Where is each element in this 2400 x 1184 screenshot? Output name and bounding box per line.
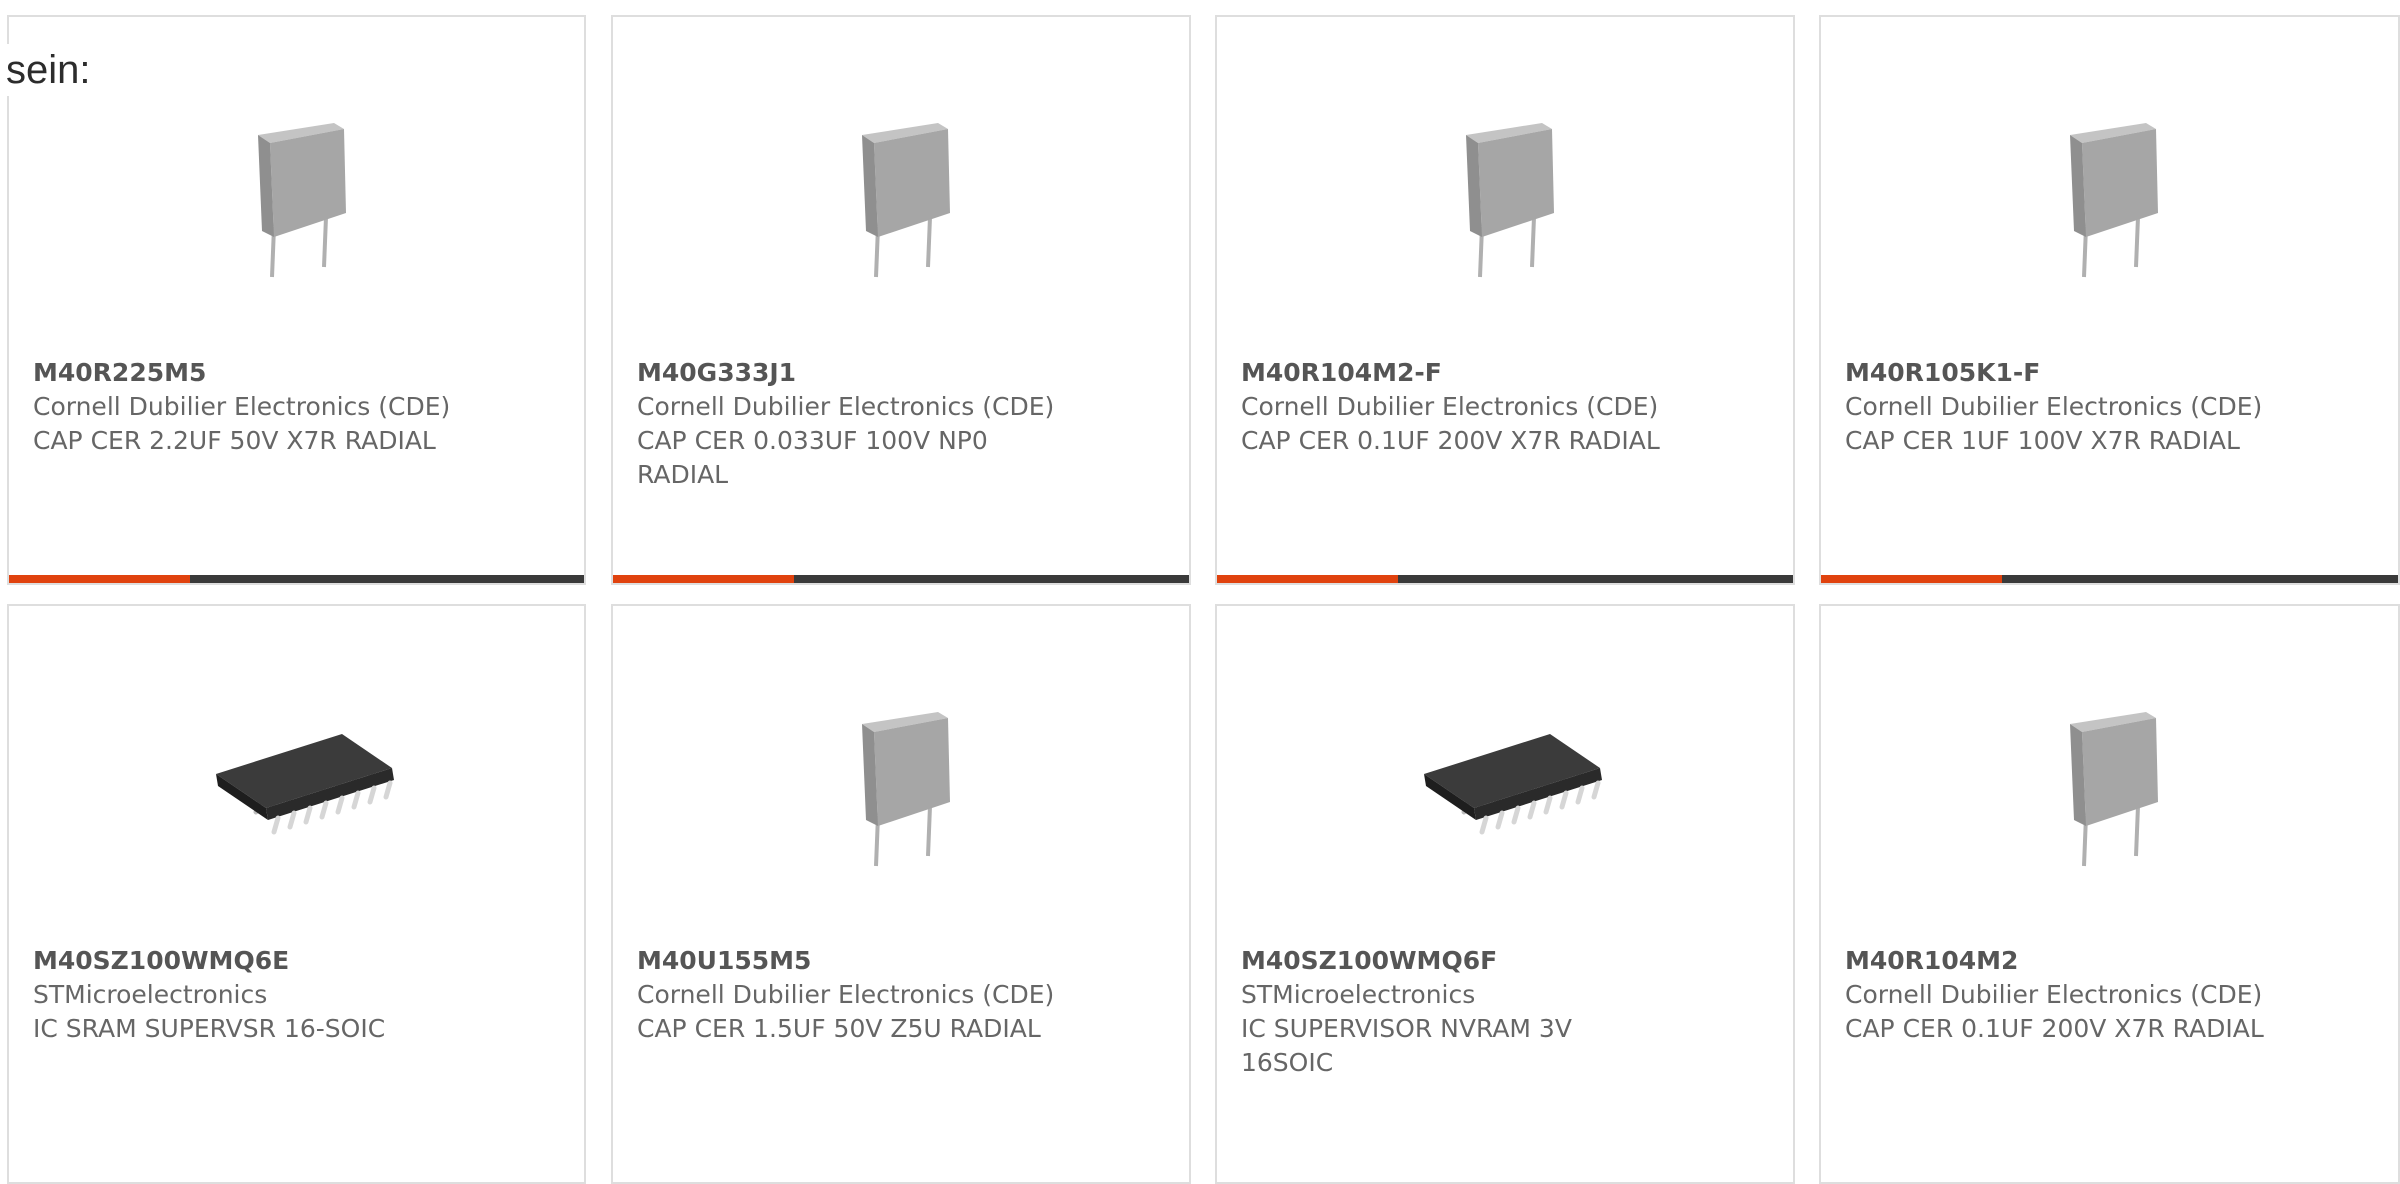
card-accent-bar <box>9 575 190 583</box>
product-card[interactable]: M40R105K1-F Cornell Dubilier Electronics… <box>1819 15 2400 585</box>
soic-chip-icon <box>1424 734 1602 835</box>
manufacturer-text: Cornell Dubilier Electronics (CDE) <box>1241 392 1659 421</box>
intro-text: sein: <box>6 44 91 96</box>
product-card[interactable]: M40U155M5 Cornell Dubilier Electronics (… <box>611 604 1191 1184</box>
part-number-link[interactable]: M40R105K1-F <box>1845 356 2374 390</box>
description-text: CAP CER 0.033UF 100V NP0 RADIAL <box>637 426 988 489</box>
product-image[interactable] <box>2006 87 2218 299</box>
manufacturer-text: Cornell Dubilier Electronics (CDE) <box>33 392 451 421</box>
description-text: CAP CER 1.5UF 50V Z5U RADIAL <box>637 1014 1041 1043</box>
description-text: CAP CER 0.1UF 200V X7R RADIAL <box>1845 1014 2264 1043</box>
part-number-link[interactable]: M40R104M2-F <box>1241 356 1769 390</box>
card-bottom-bar <box>613 575 1189 583</box>
product-image[interactable] <box>798 87 1010 299</box>
card-bottom-bar <box>1821 575 2398 583</box>
product-card[interactable]: M40G333J1 Cornell Dubilier Electronics (… <box>611 15 1191 585</box>
part-number-link[interactable]: M40R104M2 <box>1845 944 2374 978</box>
manufacturer-text: Cornell Dubilier Electronics (CDE) <box>1845 980 2263 1009</box>
product-card[interactable]: M40SZ100WMQ6E STMicroelectronics IC SRAM… <box>7 604 586 1184</box>
manufacturer-text: Cornell Dubilier Electronics (CDE) <box>1845 392 2263 421</box>
card-bottom-bar <box>1217 575 1793 583</box>
part-number-link[interactable]: M40U155M5 <box>637 944 1165 978</box>
product-grid: M40R225M5 Cornell Dubilier Electronics (… <box>0 0 2400 1184</box>
product-image[interactable] <box>1402 87 1614 299</box>
radial-capacitor-icon <box>2070 712 2158 867</box>
radial-capacitor-icon <box>1466 123 1554 278</box>
product-card[interactable]: M40R104M2-F Cornell Dubilier Electronics… <box>1215 15 1795 585</box>
product-card[interactable]: M40R225M5 Cornell Dubilier Electronics (… <box>7 15 586 585</box>
manufacturer-text: Cornell Dubilier Electronics (CDE) <box>637 980 1055 1009</box>
radial-capacitor-icon <box>862 712 950 867</box>
part-number-link[interactable]: M40SZ100WMQ6E <box>33 944 560 978</box>
product-image[interactable] <box>194 87 406 299</box>
manufacturer-text: STMicroelectronics <box>33 980 268 1009</box>
card-accent-bar <box>613 575 794 583</box>
description-text: CAP CER 2.2UF 50V X7R RADIAL <box>33 426 436 455</box>
radial-capacitor-icon <box>2070 123 2158 278</box>
product-image[interactable] <box>194 676 406 888</box>
product-image[interactable] <box>1402 676 1614 888</box>
card-accent-bar <box>1821 575 2002 583</box>
product-image[interactable] <box>2006 676 2218 888</box>
description-text: IC SUPERVISOR NVRAM 3V 16SOIC <box>1241 1014 1572 1077</box>
description-text: CAP CER 1UF 100V X7R RADIAL <box>1845 426 2240 455</box>
part-number-link[interactable]: M40G333J1 <box>637 356 1165 390</box>
description-text: CAP CER 0.1UF 200V X7R RADIAL <box>1241 426 1660 455</box>
card-accent-bar <box>1217 575 1398 583</box>
radial-capacitor-icon <box>258 123 346 278</box>
card-bottom-bar <box>9 575 584 583</box>
product-card[interactable]: M40R104M2 Cornell Dubilier Electronics (… <box>1819 604 2400 1184</box>
part-number-link[interactable]: M40SZ100WMQ6F <box>1241 944 1769 978</box>
product-card[interactable]: M40SZ100WMQ6F STMicroelectronics IC SUPE… <box>1215 604 1795 1184</box>
product-image[interactable] <box>798 676 1010 888</box>
manufacturer-text: STMicroelectronics <box>1241 980 1476 1009</box>
soic-chip-icon <box>216 734 394 835</box>
description-text: IC SRAM SUPERVSR 16-SOIC <box>33 1014 386 1043</box>
manufacturer-text: Cornell Dubilier Electronics (CDE) <box>637 392 1055 421</box>
radial-capacitor-icon <box>862 123 950 278</box>
part-number-link[interactable]: M40R225M5 <box>33 356 560 390</box>
